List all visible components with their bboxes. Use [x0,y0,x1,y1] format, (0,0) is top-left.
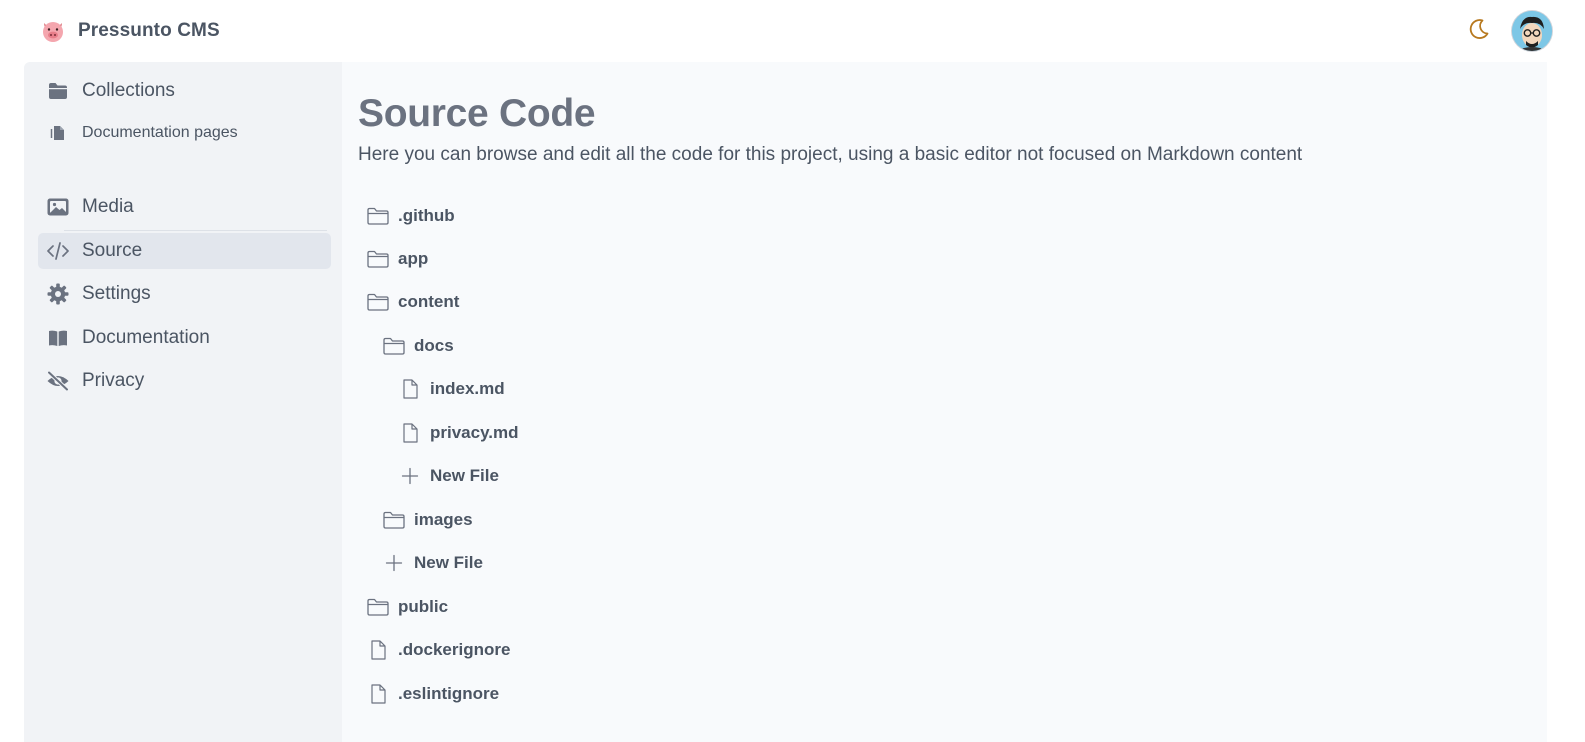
tree-item-label: .github [398,206,455,225]
sidebar-item-label: Media [82,196,134,217]
tree-folder-github[interactable]: .github [366,201,455,231]
sidebar: Collections Documentation pages Media So… [24,62,342,742]
sidebar-item-label: Privacy [82,370,145,391]
page-title: Source Code [358,92,596,135]
sidebar-item-settings[interactable]: Settings [38,276,331,312]
new-file-button[interactable]: New File [382,548,483,578]
tree-folder-app[interactable]: app [366,244,428,274]
tree-item-label: New File [430,466,499,485]
tree-item-label: images [414,510,473,529]
folder-icon [366,247,390,271]
tree-folder-public[interactable]: public [366,592,448,622]
folder-icon [382,508,406,532]
plus-icon [398,464,422,488]
folder-icon [366,204,390,228]
tree-item-label: content [398,292,460,311]
sidebar-item-label: Documentation pages [82,124,238,141]
tree-item-label: app [398,249,429,268]
sidebar-divider [64,230,327,231]
tree-folder-docs[interactable]: docs [382,331,454,361]
brand[interactable]: Pressunto CMS [40,18,220,44]
tree-file-privacy-md[interactable]: privacy.md [398,418,519,448]
folder-icon [366,595,390,619]
eye-off-icon [46,369,70,393]
code-icon [46,239,70,263]
tree-item-label: privacy.md [430,423,519,442]
file-icon [398,421,422,445]
tree-item-label: .eslintignore [398,684,500,703]
sidebar-item-label: Source [82,240,143,261]
page-description: Here you can browse and edit all the cod… [358,144,1303,165]
moon-icon[interactable] [1466,16,1492,42]
file-icon [366,638,390,662]
tree-file-dockerignore[interactable]: .dockerignore [366,635,510,665]
tree-file-eslintignore[interactable]: .eslintignore [366,679,499,709]
tree-folder-content[interactable]: content [366,287,459,317]
file-icon [366,682,390,706]
gear-icon [46,282,70,306]
sidebar-item-label: Settings [82,283,151,304]
sidebar-item-media[interactable]: Media [38,189,331,225]
sidebar-item-documentation[interactable]: Documentation [38,320,331,356]
sidebar-item-collections[interactable]: Collections [38,73,331,109]
tree-item-label: .dockerignore [398,640,511,659]
image-icon [46,195,70,219]
book-icon [46,326,70,350]
tree-item-label: docs [414,336,454,355]
app-name: Pressunto CMS [78,20,220,41]
folder-open-icon [382,334,406,358]
plus-icon [382,551,406,575]
folder-open-icon [366,290,390,314]
sidebar-item-label: Documentation [82,327,210,348]
sidebar-item-label: Collections [82,80,175,101]
sidebar-item-documentation-pages[interactable]: Documentation pages [38,115,331,151]
app-frame: Collections Documentation pages Media So… [24,62,1547,742]
document-icon [46,121,70,145]
tree-folder-images[interactable]: images [382,505,473,535]
tree-item-label: public [398,597,449,616]
pig-face-icon [40,18,66,44]
tree-item-label: index.md [430,379,505,398]
sidebar-item-source[interactable]: Source [38,233,331,269]
top-bar: Pressunto CMS [0,0,1585,62]
folder-icon [46,79,70,103]
tree-file-index-md[interactable]: index.md [398,374,505,404]
new-file-button[interactable]: New File [398,461,499,491]
main-content: Source Code Here you can browse and edit… [342,62,1547,742]
tree-item-label: New File [414,553,483,572]
sidebar-item-privacy[interactable]: Privacy [38,363,331,399]
user-avatar[interactable] [1512,11,1552,51]
file-icon [398,377,422,401]
